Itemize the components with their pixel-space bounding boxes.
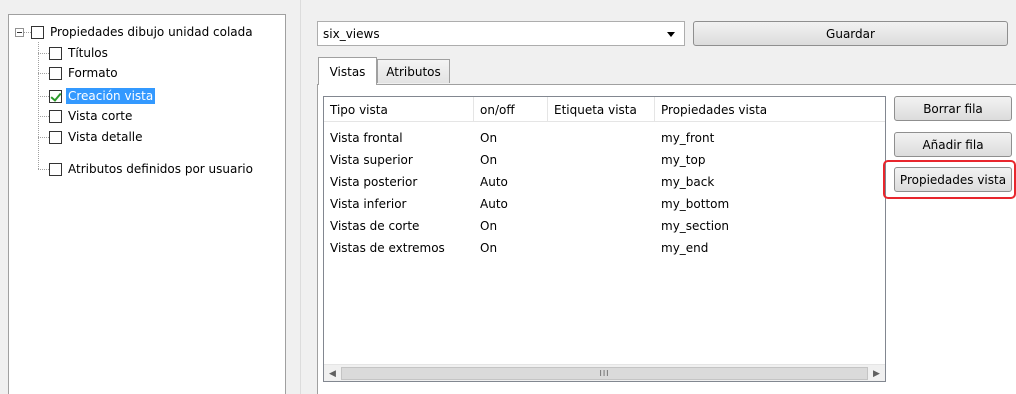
save-button[interactable]: Guardar	[693, 21, 1008, 46]
cell-tipo-vista: Vistas de corte	[330, 219, 420, 233]
grip-icon: III	[599, 369, 610, 378]
check-icon[interactable]	[49, 89, 62, 103]
tree-line	[38, 116, 49, 117]
cell-etiqueta	[548, 215, 554, 237]
add-row-button[interactable]: Añadir fila	[894, 132, 1012, 157]
table-row[interactable]: Vista inferior Auto my_bottom	[324, 193, 885, 215]
cell-propiedades: my_bottom	[661, 197, 730, 211]
cell-etiqueta	[548, 127, 554, 149]
cell-propiedades: my_section	[661, 219, 730, 233]
tree-item-titulos[interactable]: Títulos	[49, 44, 110, 62]
column-header[interactable]: on/off	[474, 97, 548, 122]
delete-row-button[interactable]: Borrar fila	[894, 96, 1012, 121]
tree-line	[24, 32, 31, 33]
tree-item-checkbox[interactable]	[49, 162, 62, 176]
tree-item-vista-detalle[interactable]: Vista detalle	[49, 128, 145, 146]
chevron-right-icon[interactable]: ▶	[868, 365, 885, 381]
tree-item-checkbox[interactable]	[49, 109, 62, 123]
scrollbar-thumb[interactable]: III	[341, 367, 868, 380]
tree-item-vista-corte[interactable]: Vista corte	[49, 107, 134, 125]
tree-root[interactable]: Propiedades dibujo unidad colada	[31, 23, 255, 41]
cell-propiedades: my_top	[661, 153, 706, 167]
horizontal-scrollbar[interactable]: ◀ III ▶	[324, 364, 885, 381]
tree-item-label[interactable]: Vista corte	[66, 108, 134, 124]
tree-item-label[interactable]: Vista detalle	[66, 129, 145, 145]
column-header[interactable]: Etiqueta vista	[548, 97, 655, 122]
property-tree[interactable]: Propiedades dibujo unidad colada Títulos…	[8, 14, 286, 394]
tab-atributos[interactable]: Atributos	[377, 59, 450, 83]
collapse-icon[interactable]	[15, 28, 24, 37]
tree-item-label[interactable]: Atributos definidos por usuario	[66, 161, 255, 177]
tree-line	[38, 169, 49, 170]
cell-on-off: On	[480, 219, 498, 233]
tree-item-checkbox[interactable]	[49, 130, 62, 144]
cell-on-off: On	[480, 241, 498, 255]
cell-on-off: On	[480, 131, 498, 145]
table-row[interactable]: Vistas de extremos On my_end	[324, 237, 885, 259]
cell-propiedades: my_end	[661, 241, 709, 255]
highlight-frame	[883, 160, 1016, 199]
cell-tipo-vista: Vista superior	[330, 153, 413, 167]
table-row[interactable]: Vista superior On my_top	[324, 149, 885, 171]
tree-line	[38, 96, 49, 97]
cell-on-off: Auto	[480, 197, 508, 211]
tree-item-atributos-usuario[interactable]: Atributos definidos por usuario	[49, 160, 255, 178]
cell-propiedades: my_back	[661, 175, 715, 189]
cell-tipo-vista: Vista inferior	[330, 197, 407, 211]
views-table[interactable]: Tipo vista on/off Etiqueta vista Propied…	[323, 96, 886, 382]
cell-on-off: On	[480, 153, 498, 167]
column-header[interactable]: Propiedades vista	[655, 97, 885, 122]
cell-etiqueta	[548, 237, 554, 259]
tree-root-checkbox[interactable]	[31, 25, 44, 39]
table-row[interactable]: Vista frontal On my_front	[324, 127, 885, 149]
combo-value: six_views	[323, 26, 380, 41]
tree-line	[38, 42, 39, 169]
cell-tipo-vista: Vistas de extremos	[330, 241, 445, 255]
table-header: Tipo vista on/off Etiqueta vista Propied…	[324, 97, 885, 122]
view-set-combobox[interactable]: six_views	[317, 21, 685, 46]
tree-item-formato[interactable]: Formato	[49, 64, 120, 82]
cell-on-off: Auto	[480, 175, 508, 189]
tree-item-label[interactable]: Formato	[66, 65, 120, 81]
tree-root-label[interactable]: Propiedades dibujo unidad colada	[48, 24, 255, 40]
cell-etiqueta	[548, 149, 554, 171]
tree-line	[38, 137, 49, 138]
cell-tipo-vista: Vista posterior	[330, 175, 418, 189]
chevron-down-icon[interactable]	[667, 32, 675, 37]
tree-item-creacion-vista[interactable]: Creación vista	[49, 87, 156, 105]
cell-propiedades: my_front	[661, 131, 715, 145]
panel-splitter[interactable]	[300, 0, 301, 394]
tree-line	[38, 73, 49, 74]
tree-item-checkbox[interactable]	[49, 46, 62, 60]
tree-item-checkbox[interactable]	[49, 66, 62, 80]
tree-item-label[interactable]: Creación vista	[66, 88, 156, 104]
cell-tipo-vista: Vista frontal	[330, 131, 403, 145]
tree-line	[38, 53, 49, 54]
chevron-left-icon[interactable]: ◀	[324, 365, 341, 381]
table-row[interactable]: Vistas de corte On my_section	[324, 215, 885, 237]
tab-vistas[interactable]: Vistas	[318, 57, 377, 85]
table-row[interactable]: Vista posterior Auto my_back	[324, 171, 885, 193]
cell-etiqueta	[548, 193, 554, 215]
tree-item-label[interactable]: Títulos	[66, 45, 110, 61]
column-header[interactable]: Tipo vista	[324, 97, 474, 122]
cell-etiqueta	[548, 171, 554, 193]
